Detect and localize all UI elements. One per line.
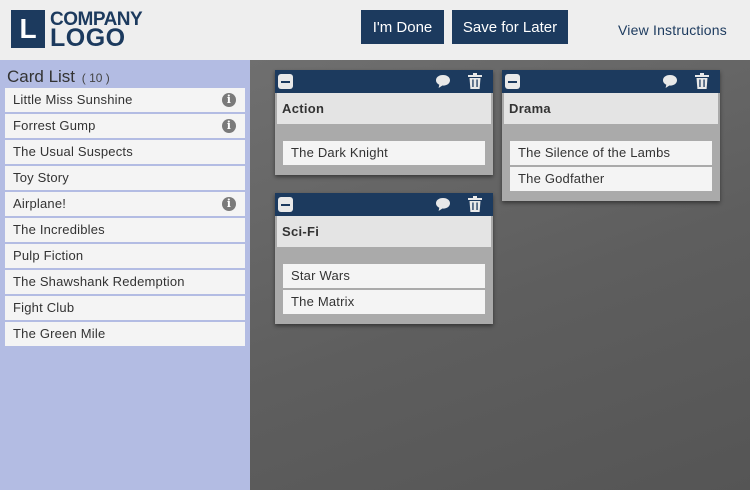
group-drama[interactable]: Drama The Silence of the Lambs The Godfa… xyxy=(502,70,720,201)
company-logo: L COMPANY LOGO xyxy=(11,10,143,52)
card-label: Pulp Fiction xyxy=(13,248,84,263)
card-label: The Usual Suspects xyxy=(13,144,133,159)
group-cards: Star Wars The Matrix xyxy=(275,247,493,324)
card-list-item[interactable]: Airplane! i xyxy=(5,192,245,216)
trash-icon[interactable] xyxy=(468,73,482,89)
done-button[interactable]: I'm Done xyxy=(361,10,444,44)
card-list-item[interactable]: The Green Mile xyxy=(5,322,245,346)
comment-icon[interactable] xyxy=(435,74,451,89)
group-toolbar xyxy=(275,193,493,216)
group-card[interactable]: The Dark Knight xyxy=(283,141,485,165)
group-cards: The Silence of the Lambs The Godfather xyxy=(502,124,720,201)
card-list-title-text: Card List xyxy=(7,67,76,86)
comment-icon[interactable] xyxy=(662,74,678,89)
group-title[interactable]: Sci-Fi xyxy=(277,216,491,247)
trash-icon[interactable] xyxy=(695,73,709,89)
header: L COMPANY LOGO I'm Done Save for Later V… xyxy=(0,0,750,60)
group-card[interactable]: Star Wars xyxy=(283,264,485,288)
group-card[interactable]: The Silence of the Lambs xyxy=(510,141,712,165)
save-for-later-button[interactable]: Save for Later xyxy=(452,10,568,44)
card-label: The Incredibles xyxy=(13,222,105,237)
group-sci-fi[interactable]: Sci-Fi Star Wars The Matrix xyxy=(275,193,493,324)
card-list: Little Miss Sunshine i Forrest Gump i The Us… xyxy=(5,88,245,348)
info-icon[interactable]: i xyxy=(222,119,236,133)
card-list-item[interactable]: The Incredibles xyxy=(5,218,245,242)
comment-icon[interactable] xyxy=(435,197,451,212)
group-toolbar xyxy=(275,70,493,93)
group-title[interactable]: Action xyxy=(277,93,491,124)
logo-line-2: LOGO xyxy=(50,24,126,52)
info-icon[interactable]: i xyxy=(222,197,236,211)
card-label: Toy Story xyxy=(13,170,69,185)
card-list-item[interactable]: Pulp Fiction xyxy=(5,244,245,268)
group-card[interactable]: The Godfather xyxy=(510,167,712,191)
card-list-item[interactable]: Toy Story xyxy=(5,166,245,190)
info-icon[interactable]: i xyxy=(222,93,236,107)
logo-mark: L xyxy=(11,10,45,48)
group-toolbar xyxy=(502,70,720,93)
card-count: ( 10 ) xyxy=(81,71,110,85)
card-label: Airplane! xyxy=(13,196,67,211)
collapse-icon[interactable] xyxy=(278,197,293,212)
logo-text: COMPANY LOGO xyxy=(50,10,143,52)
card-list-item[interactable]: Forrest Gump i xyxy=(5,114,245,138)
view-instructions-link[interactable]: View Instructions xyxy=(618,22,727,38)
group-action[interactable]: Action The Dark Knight xyxy=(275,70,493,175)
card-list-title: Card List ( 10 ) xyxy=(7,67,110,87)
card-label: The Green Mile xyxy=(13,326,106,341)
card-label: Forrest Gump xyxy=(13,118,96,133)
group-title[interactable]: Drama xyxy=(504,93,718,124)
card-list-item[interactable]: Little Miss Sunshine i xyxy=(5,88,245,112)
collapse-icon[interactable] xyxy=(505,74,520,89)
card-list-sidebar: Card List ( 10 ) Little Miss Sunshine i Fo… xyxy=(0,60,250,490)
card-label: Fight Club xyxy=(13,300,75,315)
group-cards: The Dark Knight xyxy=(275,124,493,175)
collapse-icon[interactable] xyxy=(278,74,293,89)
trash-icon[interactable] xyxy=(468,196,482,212)
sorting-canvas: Action The Dark Knight Drama The Silence… xyxy=(250,60,750,490)
card-label: Little Miss Sunshine xyxy=(13,92,133,107)
card-list-item[interactable]: The Usual Suspects xyxy=(5,140,245,164)
group-card[interactable]: The Matrix xyxy=(283,290,485,314)
card-label: The Shawshank Redemption xyxy=(13,274,185,289)
card-list-item[interactable]: The Shawshank Redemption xyxy=(5,270,245,294)
card-list-item[interactable]: Fight Club xyxy=(5,296,245,320)
